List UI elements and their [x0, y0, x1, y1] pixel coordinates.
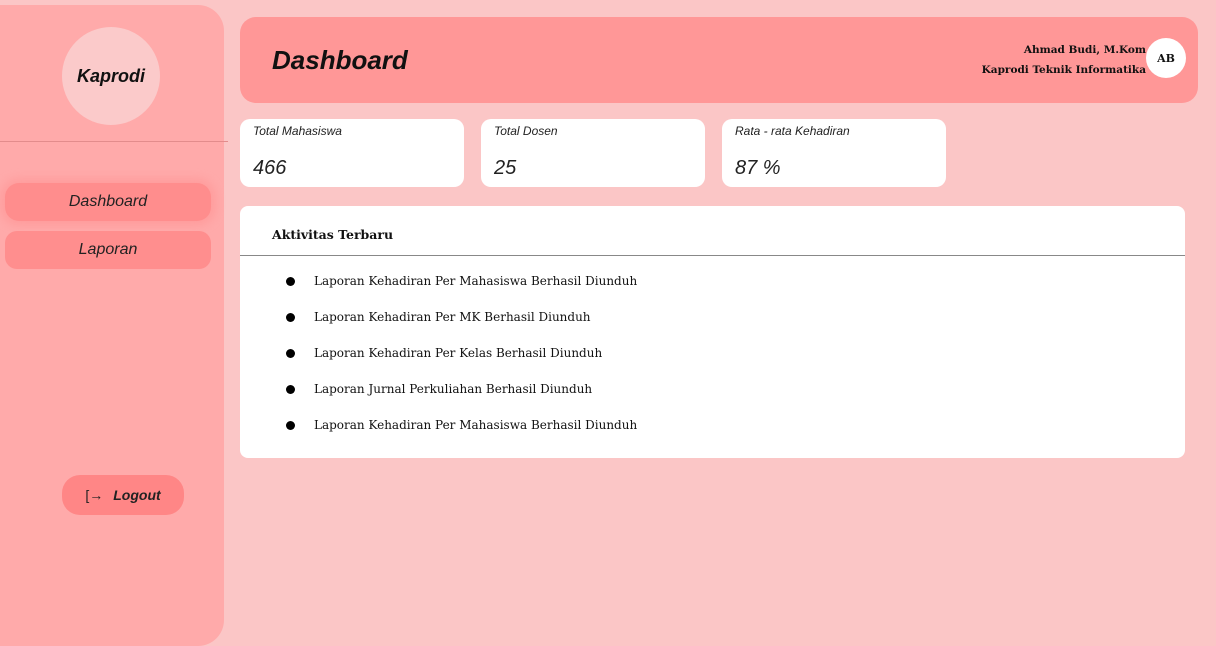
- stat-value: 25: [494, 157, 517, 179]
- sidebar-item-dashboard[interactable]: Dashboard: [5, 183, 211, 221]
- stat-label: Rata - rata Kehadiran: [735, 124, 850, 138]
- list-item: Laporan Kehadiran Per Mahasiswa Berhasil…: [286, 414, 637, 450]
- stat-label: Total Dosen: [494, 124, 558, 138]
- user-name: Ahmad Budi, M.Kom: [1023, 44, 1146, 56]
- list-item: Laporan Kehadiran Per MK Berhasil Diundu…: [286, 306, 637, 342]
- logout-arrow-icon: [→: [85, 487, 104, 503]
- page-header: Dashboard Ahmad Budi, M.Kom Kaprodi Tekn…: [240, 17, 1198, 103]
- stat-card-rata-kehadiran: Rata - rata Kehadiran 87 %: [722, 119, 946, 187]
- sidebar: Kaprodi Dashboard Laporan [→ Logout: [0, 5, 228, 646]
- list-item: Laporan Jurnal Perkuliahan Berhasil Diun…: [286, 378, 637, 414]
- stat-value: 466: [253, 157, 287, 179]
- stat-value: 87 %: [735, 157, 781, 179]
- list-item: Laporan Kehadiran Per Mahasiswa Berhasil…: [286, 270, 637, 306]
- avatar-initials: AB: [1157, 51, 1175, 65]
- brand-logo: Kaprodi: [62, 27, 160, 125]
- stat-card-total-mahasiswa: Total Mahasiswa 466: [240, 119, 464, 187]
- sidebar-item-laporan[interactable]: Laporan: [5, 231, 211, 269]
- panel-divider: [240, 255, 1185, 256]
- page-title: Dashboard: [272, 45, 408, 75]
- recent-activity-panel: Aktivitas Terbaru Laporan Kehadiran Per …: [240, 206, 1185, 458]
- stat-card-total-dosen: Total Dosen 25: [481, 119, 705, 187]
- brand-label: Kaprodi: [76, 65, 145, 86]
- activity-list: Laporan Kehadiran Per Mahasiswa Berhasil…: [286, 270, 637, 450]
- sidebar-divider: [0, 141, 228, 142]
- user-role: Kaprodi Teknik Informatika: [981, 64, 1146, 76]
- sidebar-item-label: Laporan: [78, 241, 138, 258]
- avatar[interactable]: AB: [1146, 38, 1186, 78]
- panel-title: Aktivitas Terbaru: [272, 227, 394, 242]
- list-item: Laporan Kehadiran Per Kelas Berhasil Diu…: [286, 342, 637, 378]
- sidebar-item-label: Dashboard: [68, 193, 148, 210]
- logout-button[interactable]: [→ Logout: [62, 475, 184, 515]
- stat-label: Total Mahasiswa: [253, 124, 342, 138]
- user-info: Ahmad Budi, M.Kom Kaprodi Teknik Informa…: [982, 40, 1146, 80]
- logout-label: Logout: [113, 487, 161, 503]
